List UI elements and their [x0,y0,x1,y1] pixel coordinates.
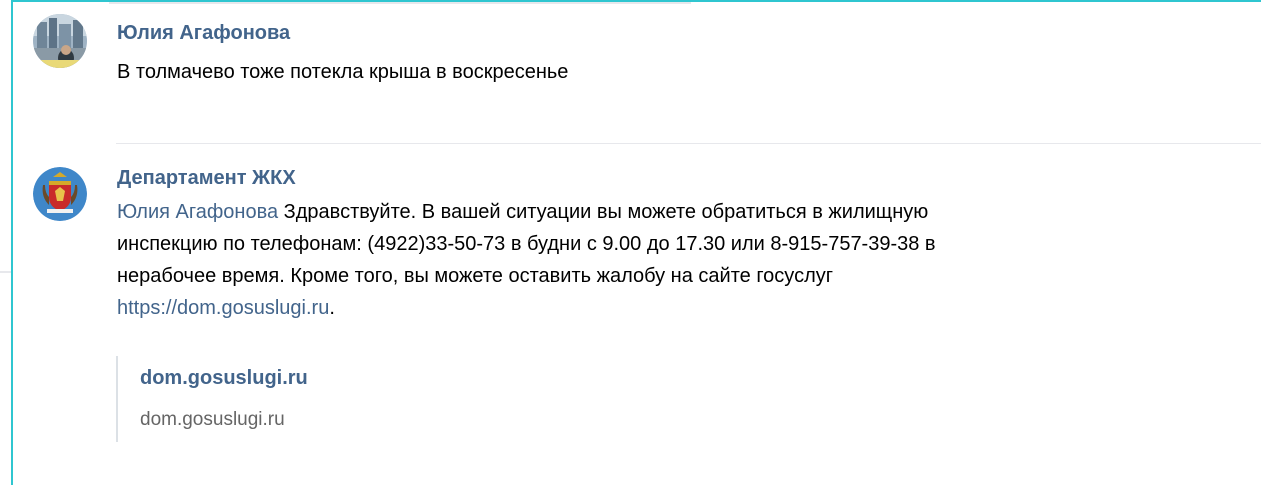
snippet-title[interactable]: dom.gosuslugi.ru [140,364,308,392]
user-avatar[interactable] [33,14,87,68]
comment-thread: Юлия Агафонова В толмачево тоже потекла … [11,0,1261,485]
link-snippet[interactable]: dom.gosuslugi.ru dom.gosuslugi.ru [116,356,308,442]
comment-text-line: нерабочее время. Кроме того, вы можете о… [117,265,834,287]
mention-link[interactable]: Юлия Агафонова [117,201,278,223]
url-link[interactable]: https://dom.gosuslugi.ru [117,297,329,319]
comment-body: Департамент ЖКХ Юлия Агафонова Здравству… [117,165,1261,324]
link-suffix: . [329,297,335,319]
department-avatar[interactable] [33,167,87,221]
left-edge-tick [0,271,11,273]
snippet-domain: dom.gosuslugi.ru [140,409,285,430]
comment-author[interactable]: Департамент ЖКХ [117,165,1261,191]
comment-divider [116,143,1261,144]
comment-body: Юлия Агафонова В толмачево тоже потекла … [117,20,1261,88]
comment-author[interactable]: Юлия Агафонова [117,20,1261,46]
comment-text: Юлия Агафонова Здравствуйте. В вашей сит… [117,196,1261,324]
user-photo-avatar-icon [33,14,87,68]
top-separator [109,2,691,4]
comment-text-line: инспекцию по телефонам: (4922)33-50-73 в… [117,233,936,255]
comment-text-line: Здравствуйте. В вашей ситуации вы можете… [278,201,929,223]
coat-of-arms-avatar-icon [33,167,87,221]
comment-text: В толмачево тоже потекла крыша в воскрес… [117,61,569,83]
